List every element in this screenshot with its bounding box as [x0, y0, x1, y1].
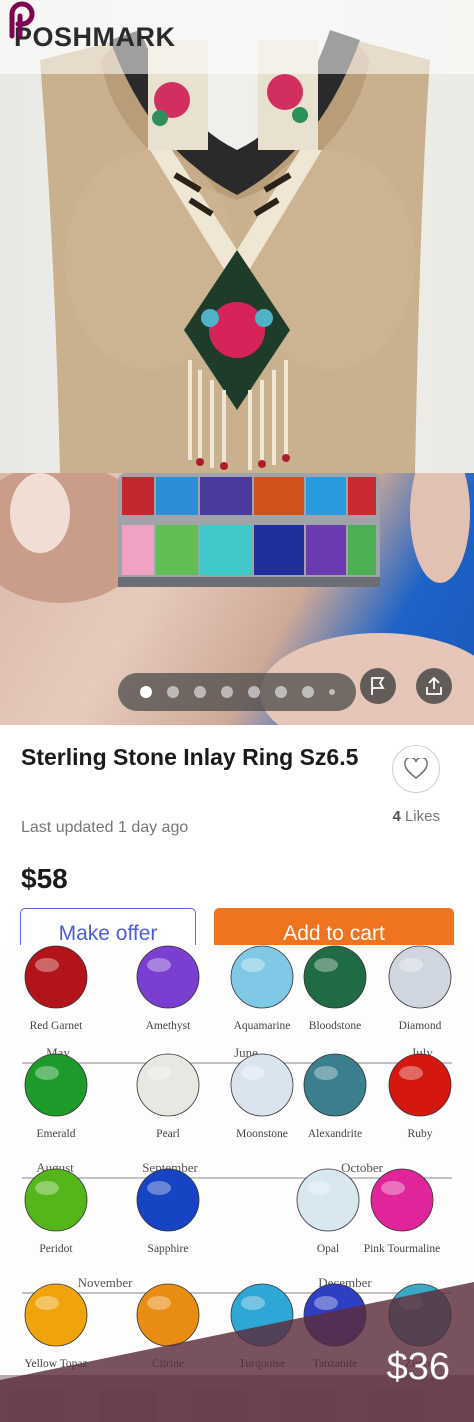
gem-label: Opal: [317, 1243, 339, 1255]
gem-swatch: [136, 1053, 200, 1117]
gem-highlight: [399, 958, 423, 972]
gem-swatch: [230, 1283, 294, 1347]
gem-swatch: [24, 1053, 88, 1117]
related-thumb: [190, 1389, 246, 1422]
gem-highlight: [147, 1181, 171, 1195]
gem-swatch: [230, 1053, 294, 1117]
gem-highlight: [147, 1066, 171, 1080]
gem-swatch: [370, 1168, 434, 1232]
gem-label: Citrine: [152, 1358, 184, 1370]
gem-swatch: [388, 945, 452, 1009]
related-thumb: [280, 1389, 336, 1422]
carousel-dot[interactable]: [247, 686, 260, 698]
related-thumb: [10, 1389, 66, 1422]
gem-swatch: [296, 1168, 360, 1232]
gem-label: Emerald: [37, 1128, 76, 1140]
carousel-dot[interactable]: [139, 686, 152, 698]
gem-highlight: [241, 958, 265, 972]
last-updated-text: Last updated 1 day ago: [21, 819, 189, 836]
gem-swatch: [388, 1053, 452, 1117]
gem-swatch: [303, 1283, 367, 1347]
likes-number: 4: [392, 808, 401, 825]
price-badge-label[interactable]: $36: [387, 1346, 450, 1389]
gem-highlight: [35, 1296, 59, 1310]
image-carousel-indicator[interactable]: [118, 673, 356, 711]
gem-highlight: [241, 1296, 265, 1310]
gem-swatch: [24, 945, 88, 1009]
report-flag-button[interactable]: [360, 668, 396, 704]
flag-icon: [371, 677, 385, 695]
share-icon: [426, 676, 442, 695]
poshmark-logo-icon: [9, 1, 35, 39]
gem-swatch: [303, 1053, 367, 1117]
gem-label: Peridot: [39, 1243, 73, 1255]
gem-highlight: [307, 1181, 331, 1195]
gem-label: Pink Tourmaline: [364, 1243, 441, 1255]
gem-highlight: [314, 958, 338, 972]
related-listing-image: Red Garnet Amethyst Aquamarine Bloodstone Di…: [0, 945, 474, 1375]
gem-highlight: [147, 958, 171, 972]
carousel-dot[interactable]: [166, 686, 179, 698]
month-label: November: [78, 1275, 134, 1290]
gem-swatch: [24, 1283, 88, 1347]
listing-price: $58: [21, 863, 68, 894]
gem-swatch: [24, 1168, 88, 1232]
gem-label: Turquoise: [239, 1358, 285, 1370]
listing-photo-necklace: POSHMARK: [0, 0, 474, 473]
birthstone-chart: Red Garnet Amethyst Aquamarine Bloodstone Di…: [22, 945, 452, 1370]
gem-highlight: [381, 1181, 405, 1195]
gem-highlight: [35, 1181, 59, 1195]
gem-highlight: [314, 1066, 338, 1080]
gem-swatch: [136, 945, 200, 1009]
gem-label: Alexandrite: [308, 1128, 362, 1140]
gem-swatch: [303, 945, 367, 1009]
brand-header: POSHMARK: [0, 0, 474, 74]
carousel-dot[interactable]: [301, 686, 314, 698]
gem-highlight: [35, 1066, 59, 1080]
gem-label: Red Garnet: [30, 1020, 83, 1032]
gem-label: Amethyst: [146, 1020, 192, 1032]
gem-label: Bloodstone: [309, 1020, 361, 1032]
gem-label: Moonstone: [236, 1128, 288, 1140]
likes-label: Likes: [404, 808, 440, 825]
carousel-dot[interactable]: [274, 686, 287, 698]
likes-count: 4 Likes: [370, 808, 440, 825]
carousel-dot[interactable]: [220, 686, 233, 698]
heart-icon: [404, 758, 428, 780]
gem-label: Ruby: [408, 1128, 433, 1140]
related-thumb: [100, 1389, 156, 1422]
gem-highlight: [399, 1066, 423, 1080]
month-label: October: [341, 1160, 384, 1175]
gem-label: Aquamarine: [234, 1020, 291, 1032]
gem-label: Tanzanite: [313, 1358, 358, 1370]
gem-label: Diamond: [399, 1020, 442, 1032]
share-button[interactable]: [416, 668, 452, 704]
gem-highlight: [35, 958, 59, 972]
gem-swatch: [388, 1283, 452, 1347]
gem-swatch: [136, 1168, 200, 1232]
gem-label: Yellow Topaz: [24, 1358, 87, 1370]
gem-swatch: [136, 1283, 200, 1347]
gem-label: Sapphire: [148, 1243, 189, 1255]
carousel-dot[interactable]: [193, 686, 206, 698]
gem-highlight: [147, 1296, 171, 1310]
gem-label: Pearl: [156, 1128, 180, 1140]
gem-swatch: [230, 945, 294, 1009]
gem-highlight: [399, 1296, 423, 1310]
carousel-dot[interactable]: [328, 689, 335, 695]
listing-title: Sterling Stone Inlay Ring Sz6.5: [21, 744, 359, 770]
gem-highlight: [241, 1066, 265, 1080]
related-thumb: [370, 1389, 426, 1422]
gem-highlight: [314, 1296, 338, 1310]
like-button[interactable]: [392, 745, 440, 793]
